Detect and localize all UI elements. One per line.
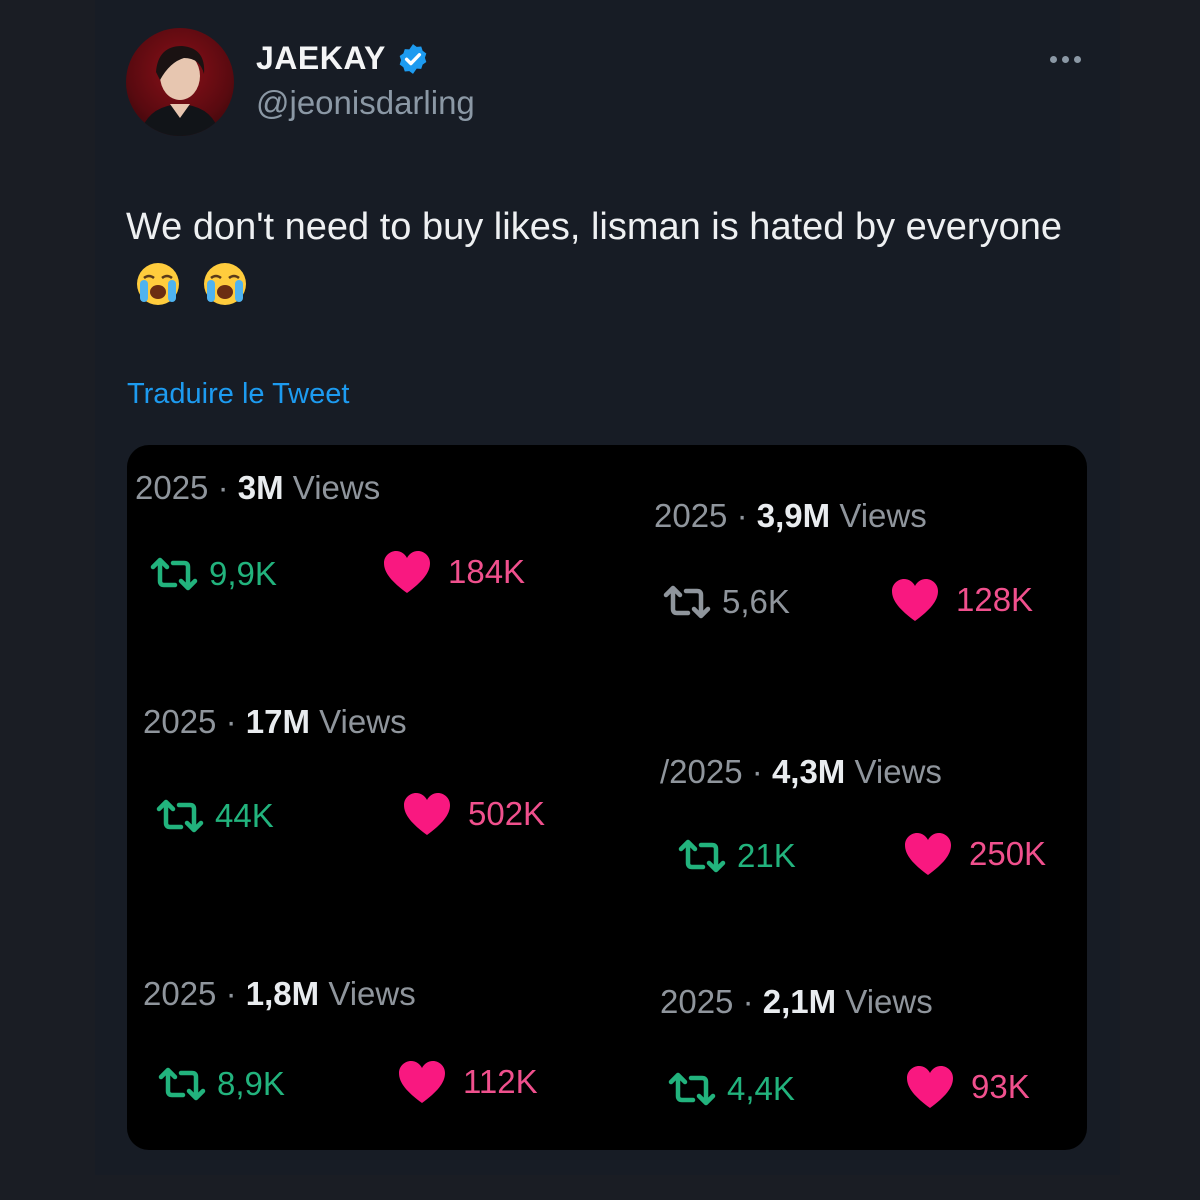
- stat-year: /2025: [660, 753, 743, 790]
- like-heart-icon[interactable]: [402, 791, 452, 837]
- avatar[interactable]: [126, 28, 234, 136]
- like-group: 250K: [903, 831, 1046, 877]
- more-options-icon[interactable]: [1040, 44, 1090, 74]
- retweet-icon[interactable]: [157, 1067, 207, 1101]
- retweet-count: 5,6K: [722, 583, 790, 620]
- retweet-count: 9,9K: [209, 555, 277, 592]
- retweet-group: 21K: [677, 837, 796, 875]
- retweet-icon[interactable]: [677, 839, 727, 873]
- views-line: /2025 · 4,3M Views: [660, 753, 942, 791]
- retweet-count: 44K: [215, 797, 274, 834]
- separator: ·: [742, 983, 754, 1020]
- views-label: Views: [319, 703, 407, 740]
- verified-badge-icon: [399, 43, 427, 74]
- retweet-group: 8,9K: [157, 1065, 285, 1103]
- like-group: 112K: [397, 1059, 538, 1105]
- like-count: 128K: [956, 581, 1034, 618]
- attached-image[interactable]: 2025 · 3M Views 9,9K 184K 2025 · 3,9M Views…: [127, 445, 1087, 1150]
- stat-year: 2025: [660, 983, 734, 1020]
- views-line: 2025 · 3M Views: [135, 469, 380, 507]
- like-count: 502K: [468, 795, 546, 832]
- views-label: Views: [292, 469, 381, 506]
- views-label: Views: [839, 497, 927, 534]
- retweet-group: 5,6K: [662, 583, 790, 621]
- separator: ·: [736, 497, 748, 534]
- separator: ·: [225, 703, 237, 740]
- retweet-group: 9,9K: [149, 555, 277, 593]
- retweet-count: 8,9K: [217, 1065, 285, 1102]
- like-count: 184K: [448, 553, 526, 590]
- separator: ·: [217, 469, 229, 506]
- views-count: 3M: [237, 469, 284, 506]
- views-line: 2025 · 2,1M Views: [660, 983, 933, 1021]
- like-heart-icon[interactable]: [890, 577, 940, 623]
- author-name[interactable]: JAEKAY: [256, 40, 386, 77]
- loudly-crying-face-icon: [137, 263, 179, 305]
- like-heart-icon[interactable]: [905, 1064, 955, 1110]
- stat-year: 2025: [143, 703, 217, 740]
- views-label: Views: [845, 983, 933, 1020]
- retweet-icon[interactable]: [667, 1072, 717, 1106]
- separator: ·: [225, 975, 237, 1012]
- like-heart-icon[interactable]: [903, 831, 953, 877]
- views-count: 17M: [245, 703, 310, 740]
- retweet-group: 44K: [155, 797, 274, 835]
- author-handle[interactable]: @jeonisdarling: [256, 84, 475, 122]
- like-heart-icon[interactable]: [397, 1059, 447, 1105]
- views-count: 2,1M: [762, 983, 837, 1020]
- like-count: 250K: [969, 835, 1047, 872]
- like-group: 93K: [905, 1064, 1030, 1110]
- retweet-icon[interactable]: [662, 585, 712, 619]
- stat-year: 2025: [654, 497, 728, 534]
- retweet-count: 4,4K: [727, 1070, 795, 1107]
- views-label: Views: [854, 753, 942, 790]
- views-count: 3,9M: [756, 497, 831, 534]
- avatar-image: [140, 46, 220, 136]
- retweet-icon[interactable]: [149, 557, 199, 591]
- views-line: 2025 · 3,9M Views: [654, 497, 927, 535]
- like-group: 502K: [402, 791, 545, 837]
- like-group: 184K: [382, 549, 525, 595]
- author-row: JAEKAY: [256, 40, 430, 77]
- views-line: 2025 · 17M Views: [143, 703, 407, 741]
- retweet-group: 4,4K: [667, 1070, 795, 1108]
- like-group: 128K: [890, 577, 1033, 623]
- like-count: 93K: [971, 1068, 1030, 1105]
- retweet-icon[interactable]: [155, 799, 205, 833]
- views-label: Views: [328, 975, 416, 1012]
- loudly-crying-face-icon: [203, 263, 246, 305]
- tweet-text: We don't need to buy likes, lisman is ha…: [126, 198, 1076, 316]
- like-count: 112K: [463, 1063, 538, 1100]
- translate-tweet-link[interactable]: Traduire le Tweet: [127, 378, 349, 411]
- views-count: 4,3M: [771, 753, 846, 790]
- stat-year: 2025: [143, 975, 217, 1012]
- tweet-body: We don't need to buy likes, lisman is ha…: [126, 206, 1062, 248]
- stat-year: 2025: [135, 469, 209, 506]
- separator: ·: [751, 753, 763, 790]
- retweet-count: 21K: [737, 837, 796, 874]
- like-heart-icon[interactable]: [382, 549, 432, 595]
- views-count: 1,8M: [245, 975, 320, 1012]
- views-line: 2025 · 1,8M Views: [143, 975, 416, 1013]
